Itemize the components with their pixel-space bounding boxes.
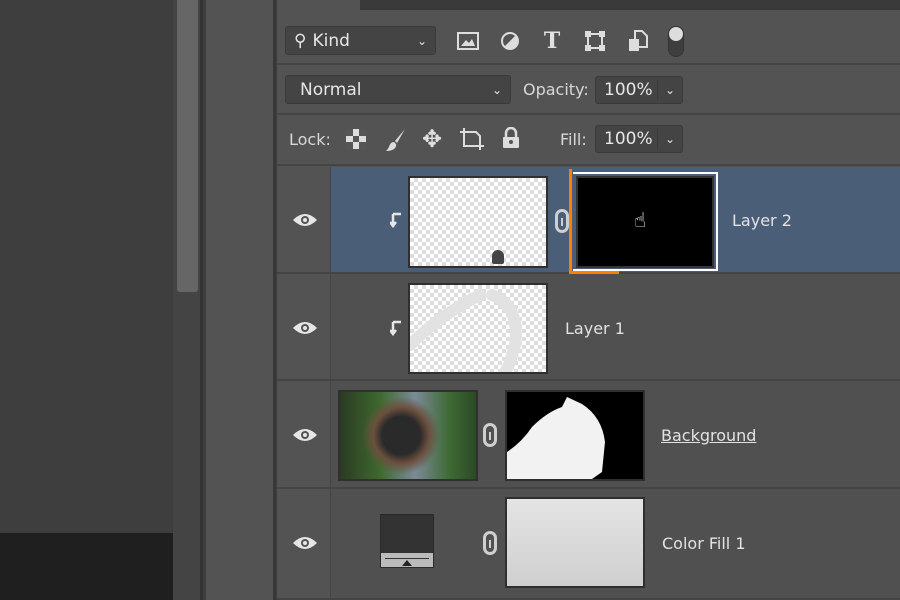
opacity-value[interactable]: 100% bbox=[596, 80, 658, 100]
filter-toggle[interactable] bbox=[668, 26, 684, 57]
chevron-down-icon: ⌄ bbox=[416, 33, 427, 48]
hand-cursor-icon: ☝ bbox=[634, 208, 647, 232]
layer-name[interactable]: Layer 1 bbox=[565, 319, 625, 338]
canvas-area bbox=[0, 0, 173, 533]
layer-name[interactable]: Layer 2 bbox=[732, 211, 792, 230]
fill-swatch-icon[interactable] bbox=[380, 514, 434, 568]
blend-mode-dropdown[interactable]: Normal ⌄ bbox=[285, 75, 511, 104]
blend-mode-value: Normal bbox=[300, 79, 362, 100]
eye-icon[interactable] bbox=[292, 320, 318, 336]
layer-mask-thumbnail[interactable] bbox=[505, 497, 645, 588]
link-icon[interactable] bbox=[555, 209, 569, 233]
clipping-arrow-icon bbox=[390, 320, 401, 336]
adjustment-filter-icon[interactable] bbox=[497, 28, 523, 54]
link-icon[interactable] bbox=[483, 531, 497, 555]
fill-label: Fill: bbox=[560, 130, 587, 149]
eye-icon[interactable] bbox=[292, 212, 318, 228]
layer-mask-thumbnail[interactable] bbox=[505, 390, 645, 481]
panel-gutter bbox=[206, 0, 276, 600]
divider bbox=[277, 113, 900, 115]
opacity-field[interactable]: 100% ⌄ bbox=[595, 76, 683, 104]
divider bbox=[277, 164, 900, 166]
mask-selection-highlight bbox=[569, 271, 619, 274]
scrollbar-thumb[interactable] bbox=[177, 0, 198, 292]
image-filter-icon[interactable] bbox=[455, 28, 481, 54]
lock-image-icon[interactable] bbox=[384, 127, 408, 153]
layer-name[interactable]: Background bbox=[661, 426, 756, 445]
canvas-bottom bbox=[0, 533, 173, 600]
layer-thumbnail[interactable] bbox=[408, 176, 548, 268]
chevron-down-icon[interactable]: ⌄ bbox=[665, 132, 675, 146]
shape-filter-icon[interactable] bbox=[582, 28, 608, 54]
filter-kind-dropdown[interactable]: ⚲ Kind ⌄ bbox=[285, 26, 436, 55]
layer-name[interactable]: Color Fill 1 bbox=[662, 534, 746, 553]
type-filter-icon[interactable]: T bbox=[539, 28, 565, 54]
chevron-down-icon[interactable]: ⌄ bbox=[665, 83, 675, 97]
search-icon: ⚲ bbox=[294, 30, 307, 51]
filter-kind-label: Kind bbox=[312, 30, 350, 51]
eye-icon[interactable] bbox=[292, 427, 318, 443]
lock-position-icon[interactable]: ✥ bbox=[420, 125, 444, 153]
opacity-label: Opacity: bbox=[523, 80, 589, 99]
lock-artboard-icon[interactable] bbox=[459, 127, 485, 151]
mask-selection-highlight bbox=[569, 169, 572, 274]
fill-value[interactable]: 100% bbox=[596, 129, 658, 149]
photo-thumbnail[interactable] bbox=[338, 390, 478, 481]
chevron-down-icon: ⌄ bbox=[491, 82, 502, 97]
lock-all-icon[interactable] bbox=[500, 126, 522, 150]
layer-thumbnail[interactable] bbox=[408, 283, 548, 374]
clipping-arrow-icon bbox=[390, 212, 401, 228]
lock-transparent-icon[interactable] bbox=[344, 127, 368, 151]
eye-icon[interactable] bbox=[292, 535, 318, 551]
smart-object-filter-icon[interactable] bbox=[625, 28, 651, 54]
link-icon[interactable] bbox=[483, 423, 497, 447]
divider bbox=[277, 63, 900, 65]
lock-label: Lock: bbox=[289, 130, 331, 149]
panel-tab-strip bbox=[360, 0, 900, 10]
fill-field[interactable]: 100% ⌄ bbox=[595, 125, 683, 153]
